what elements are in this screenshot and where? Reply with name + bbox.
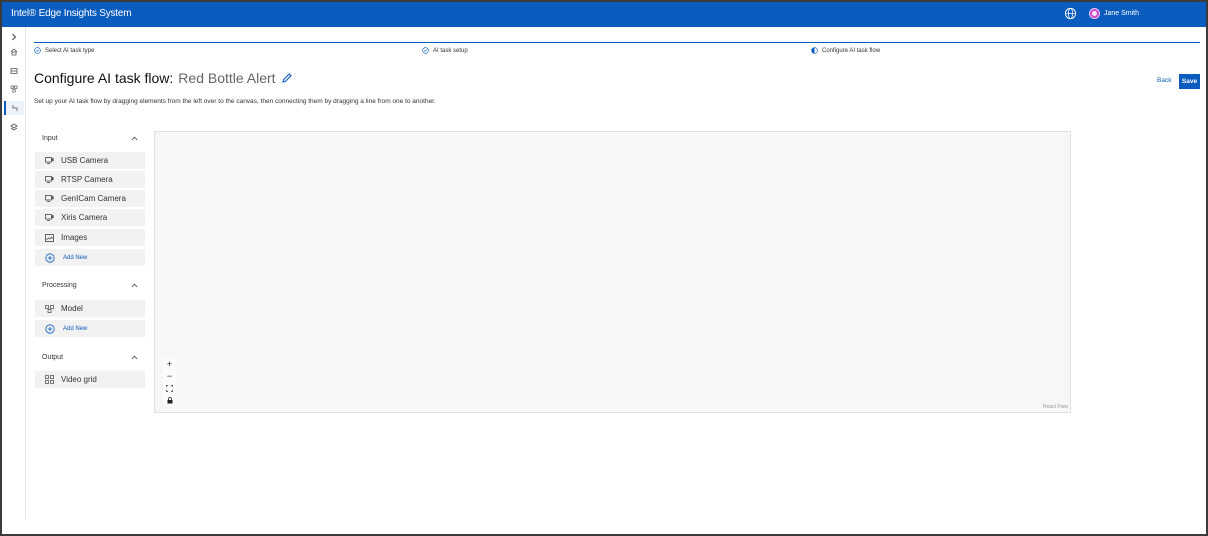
add-new-processing-button[interactable]: Add New <box>35 320 145 337</box>
section-output-header[interactable]: Output <box>35 351 145 365</box>
section-label: Input <box>42 135 58 142</box>
camera-icon <box>45 157 55 165</box>
add-new-input-button[interactable]: Add New <box>35 249 145 266</box>
palette-item-label: USB Camera <box>61 156 109 165</box>
user-name[interactable]: Jane Smith <box>1104 10 1139 17</box>
side-nav-rail <box>2 27 26 519</box>
progress-stepper: Select AI task type AI task setup Config… <box>34 42 1200 56</box>
page-title-text: Configure AI task flow: <box>34 70 174 86</box>
fit-view-button[interactable] <box>163 382 176 394</box>
app-window: Intel® Edge Insights System Jane Smith S… <box>0 0 1208 536</box>
camera-icon <box>45 195 55 203</box>
add-new-label: Add New <box>63 325 88 332</box>
check-circle-icon <box>422 47 429 54</box>
palette-item-images[interactable]: Images <box>35 229 145 246</box>
palette-item-rtsp-camera[interactable]: RTSP Camera <box>35 171 145 188</box>
model-icon[interactable] <box>6 82 22 96</box>
section-input-header[interactable]: Input <box>35 132 145 146</box>
user-avatar[interactable] <box>1089 8 1100 19</box>
flow-icon[interactable] <box>4 101 24 115</box>
palette-item-label: RTSP Camera <box>61 175 113 184</box>
flow-canvas[interactable]: + − React Flow <box>154 131 1071 413</box>
page-description: Set up your AI task flow by dragging ele… <box>34 98 436 105</box>
camera-icon <box>45 214 55 222</box>
fit-view-icon <box>166 384 173 392</box>
save-button[interactable]: Save <box>1179 74 1200 89</box>
zoom-out-button[interactable]: − <box>163 370 176 382</box>
step-select-task-type[interactable]: Select AI task type <box>34 47 94 54</box>
lock-icon <box>167 396 172 403</box>
palette-item-genicam-camera[interactable]: GenICam Camera <box>35 190 145 207</box>
chevron-up-icon[interactable] <box>131 355 138 360</box>
globe-icon[interactable] <box>1064 7 1077 20</box>
layout-icon[interactable] <box>6 64 22 78</box>
add-new-label: Add New <box>63 254 88 261</box>
palette-item-xiris-camera[interactable]: Xiris Camera <box>35 209 145 226</box>
step-label: Configure AI task flow <box>822 47 881 54</box>
page-title: Configure AI task flow: Red Bottle Alert <box>34 70 293 86</box>
react-flow-attribution[interactable]: React Flow <box>1043 404 1068 410</box>
model-icon <box>45 304 55 313</box>
chevron-right-icon[interactable] <box>6 30 22 44</box>
image-icon <box>45 233 55 242</box>
palette-item-label: Xiris Camera <box>61 213 108 222</box>
palette-item-video-grid[interactable]: Video grid <box>35 371 145 388</box>
lock-button[interactable] <box>163 394 176 406</box>
palette-item-usb-camera[interactable]: USB Camera <box>35 152 145 169</box>
app-title: Intel® Edge Insights System <box>11 8 132 19</box>
palette-item-label: Model <box>61 304 83 313</box>
check-circle-icon <box>34 47 41 54</box>
layers-icon[interactable] <box>6 120 22 134</box>
half-circle-icon <box>811 47 818 54</box>
plus-circle-icon <box>45 323 55 334</box>
camera-icon <box>45 176 55 184</box>
back-button[interactable]: Back <box>1157 77 1171 84</box>
canvas-controls: + − <box>163 358 176 406</box>
top-bar: Intel® Edge Insights System Jane Smith <box>2 2 1206 27</box>
palette-item-label: GenICam Camera <box>61 194 126 203</box>
chevron-up-icon[interactable] <box>131 283 138 288</box>
step-label: Select AI task type <box>45 47 95 54</box>
chevron-up-icon[interactable] <box>131 136 138 141</box>
pencil-icon[interactable] <box>281 72 293 84</box>
home-icon[interactable] <box>6 45 22 59</box>
step-label: AI task setup <box>433 47 468 54</box>
flow-name: Red Bottle Alert <box>178 70 276 86</box>
palette-item-label: Video grid <box>61 375 97 384</box>
zoom-in-button[interactable]: + <box>163 358 176 370</box>
step-task-setup[interactable]: AI task setup <box>422 47 468 54</box>
section-processing-header[interactable]: Processing <box>35 279 145 293</box>
palette-item-label: Images <box>61 233 88 242</box>
palette-item-model[interactable]: Model <box>35 300 145 317</box>
step-configure-flow[interactable]: Configure AI task flow <box>811 47 880 54</box>
section-label: Processing <box>42 282 77 289</box>
section-label: Output <box>42 354 64 361</box>
grid-icon <box>45 375 55 384</box>
plus-circle-icon <box>45 252 55 263</box>
